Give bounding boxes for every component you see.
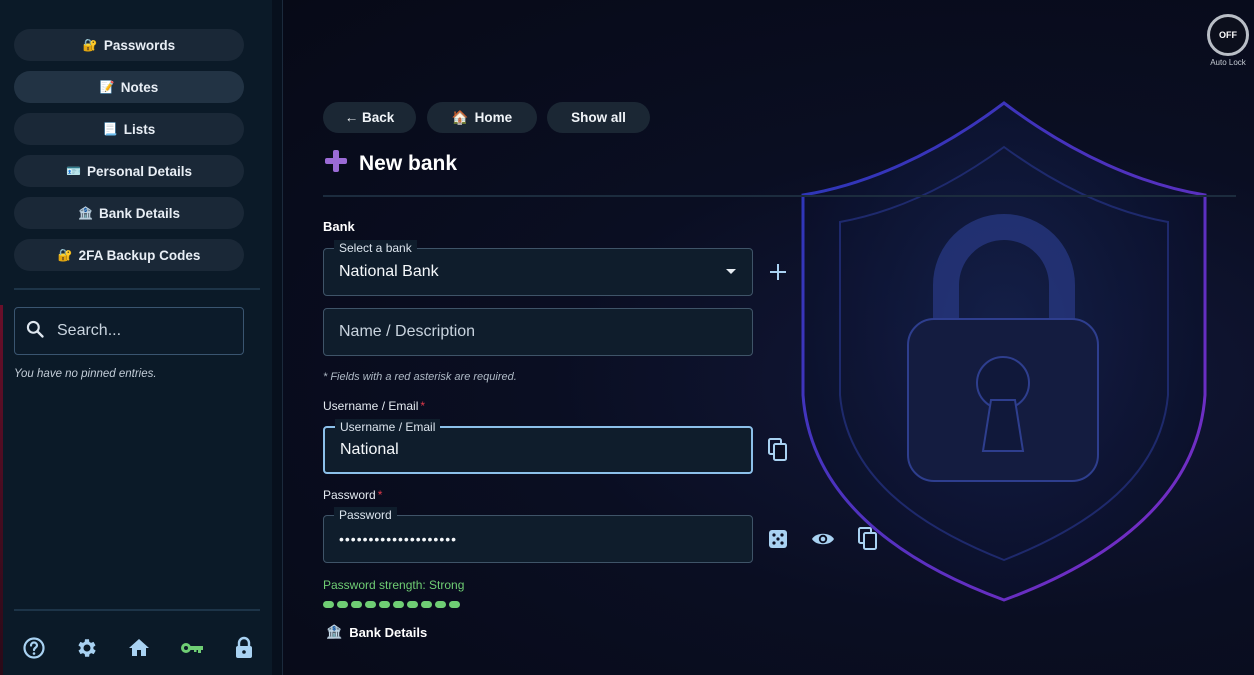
bank-select[interactable]: Select a bank National Bank bbox=[323, 240, 753, 296]
bank-section-label: Bank bbox=[323, 219, 355, 234]
show-all-button-label: Show all bbox=[571, 110, 626, 125]
auto-lock-label: Auto Lock bbox=[1210, 58, 1246, 67]
username-field[interactable]: Username / Email National bbox=[323, 419, 753, 474]
search-icon bbox=[25, 319, 45, 344]
back-button-label: ← Back bbox=[344, 110, 395, 125]
bank-select-value: National Bank bbox=[339, 263, 439, 280]
nav-2fa-backup-codes-label: 2FA Backup Codes bbox=[78, 247, 201, 263]
window-edge-strip bbox=[0, 305, 3, 675]
generate-password-dice-icon[interactable] bbox=[765, 526, 791, 552]
locked-with-key-icon: 🔐 bbox=[57, 248, 73, 262]
home-button[interactable]: 🏠 Home bbox=[427, 102, 537, 133]
username-value: National bbox=[340, 441, 399, 458]
required-fields-note: * Fields with a red asterisk are require… bbox=[323, 371, 517, 383]
strength-segment bbox=[421, 601, 432, 608]
nav-bank-details-label: Bank Details bbox=[98, 205, 180, 221]
title-divider bbox=[323, 195, 1236, 197]
password-field[interactable]: Password •••••••••••••••••••• bbox=[323, 507, 753, 563]
sidebar-bottom-divider bbox=[14, 609, 260, 611]
home-icon[interactable] bbox=[125, 634, 153, 662]
search-field[interactable] bbox=[14, 307, 244, 355]
locked-with-key-icon: 🔐 bbox=[82, 38, 98, 52]
password-label: Password * bbox=[323, 488, 383, 502]
add-bank-icon[interactable] bbox=[765, 259, 791, 285]
copy-username-icon[interactable] bbox=[765, 437, 791, 463]
password-float-label: Password bbox=[334, 507, 397, 523]
bank-icon: 🏦 bbox=[326, 624, 343, 639]
sidebar-bottom-toolbar bbox=[14, 634, 264, 662]
strength-segment bbox=[351, 601, 362, 608]
strength-segment bbox=[379, 601, 390, 608]
nav-passwords-label: Passwords bbox=[103, 37, 176, 53]
bank-icon: 🏦 bbox=[78, 206, 93, 220]
password-strength-meter bbox=[323, 601, 460, 608]
key-icon[interactable] bbox=[178, 634, 206, 662]
memo-icon: 📝 bbox=[99, 80, 115, 94]
strength-segment bbox=[393, 601, 404, 608]
name-description-field[interactable]: Name / Description bbox=[323, 308, 753, 356]
plus-icon bbox=[323, 148, 349, 179]
username-float-label: Username / Email bbox=[335, 419, 441, 435]
back-button[interactable]: ← Back bbox=[323, 102, 416, 133]
strength-segment bbox=[435, 601, 446, 608]
name-description-placeholder: Name / Description bbox=[339, 323, 476, 340]
auto-lock-state: OFF bbox=[1207, 14, 1249, 56]
id-card-icon: 🪪 bbox=[66, 164, 81, 178]
nav-lists-button[interactable]: 📃 Lists bbox=[14, 113, 244, 145]
nav-lists-label: Lists bbox=[123, 121, 156, 137]
page-icon: 📃 bbox=[102, 122, 118, 136]
bank-details-heading: 🏦 Bank Details bbox=[326, 624, 427, 640]
auto-lock-toggle[interactable]: OFF Auto Lock bbox=[1207, 14, 1249, 67]
nav-notes-label: Notes bbox=[120, 79, 159, 95]
strength-segment bbox=[449, 601, 460, 608]
gear-icon[interactable] bbox=[73, 634, 101, 662]
sidebar-splitter[interactable] bbox=[272, 0, 283, 675]
password-value: •••••••••••••••••••• bbox=[339, 531, 458, 547]
page-title: New bank bbox=[359, 151, 458, 175]
bank-details-label: Bank Details bbox=[349, 624, 428, 640]
show-password-eye-icon[interactable] bbox=[810, 526, 836, 552]
shield-lock-icon bbox=[801, 101, 1207, 602]
help-icon[interactable] bbox=[20, 634, 48, 662]
sidebar: 🔐 Passwords 📝 Notes 📃 Lists 🪪 Personal D… bbox=[0, 0, 272, 675]
lock-icon[interactable] bbox=[230, 634, 258, 662]
nav-2fa-backup-codes-button[interactable]: 🔐 2FA Backup Codes bbox=[14, 239, 244, 271]
main-panel: OFF Auto Lock ← Back 🏠 Home Show all New… bbox=[283, 0, 1254, 675]
nav-personal-details-label: Personal Details bbox=[86, 163, 192, 179]
sidebar-divider bbox=[14, 288, 260, 290]
home-button-label: Home bbox=[474, 110, 513, 125]
search-input[interactable] bbox=[57, 322, 217, 340]
nav-personal-details-button[interactable]: 🪪 Personal Details bbox=[14, 155, 244, 187]
page-title-row: New bank bbox=[323, 148, 457, 179]
show-all-button[interactable]: Show all bbox=[547, 102, 650, 133]
strength-segment bbox=[323, 601, 334, 608]
nav-bank-details-button[interactable]: 🏦 Bank Details bbox=[14, 197, 244, 229]
house-icon: 🏠 bbox=[451, 109, 469, 125]
password-strength-text: Password strength: Strong bbox=[323, 578, 465, 592]
username-label: Username / Email * bbox=[323, 399, 426, 413]
nav-notes-button[interactable]: 📝 Notes bbox=[14, 71, 244, 103]
strength-segment bbox=[407, 601, 418, 608]
nav-passwords-button[interactable]: 🔐 Passwords bbox=[14, 29, 244, 61]
strength-segment bbox=[337, 601, 348, 608]
pinned-empty-text: You have no pinned entries. bbox=[14, 368, 157, 380]
chevron-down-icon bbox=[726, 269, 736, 274]
copy-password-icon[interactable] bbox=[855, 526, 881, 552]
bank-select-label: Select a bank bbox=[334, 240, 417, 256]
strength-segment bbox=[365, 601, 376, 608]
